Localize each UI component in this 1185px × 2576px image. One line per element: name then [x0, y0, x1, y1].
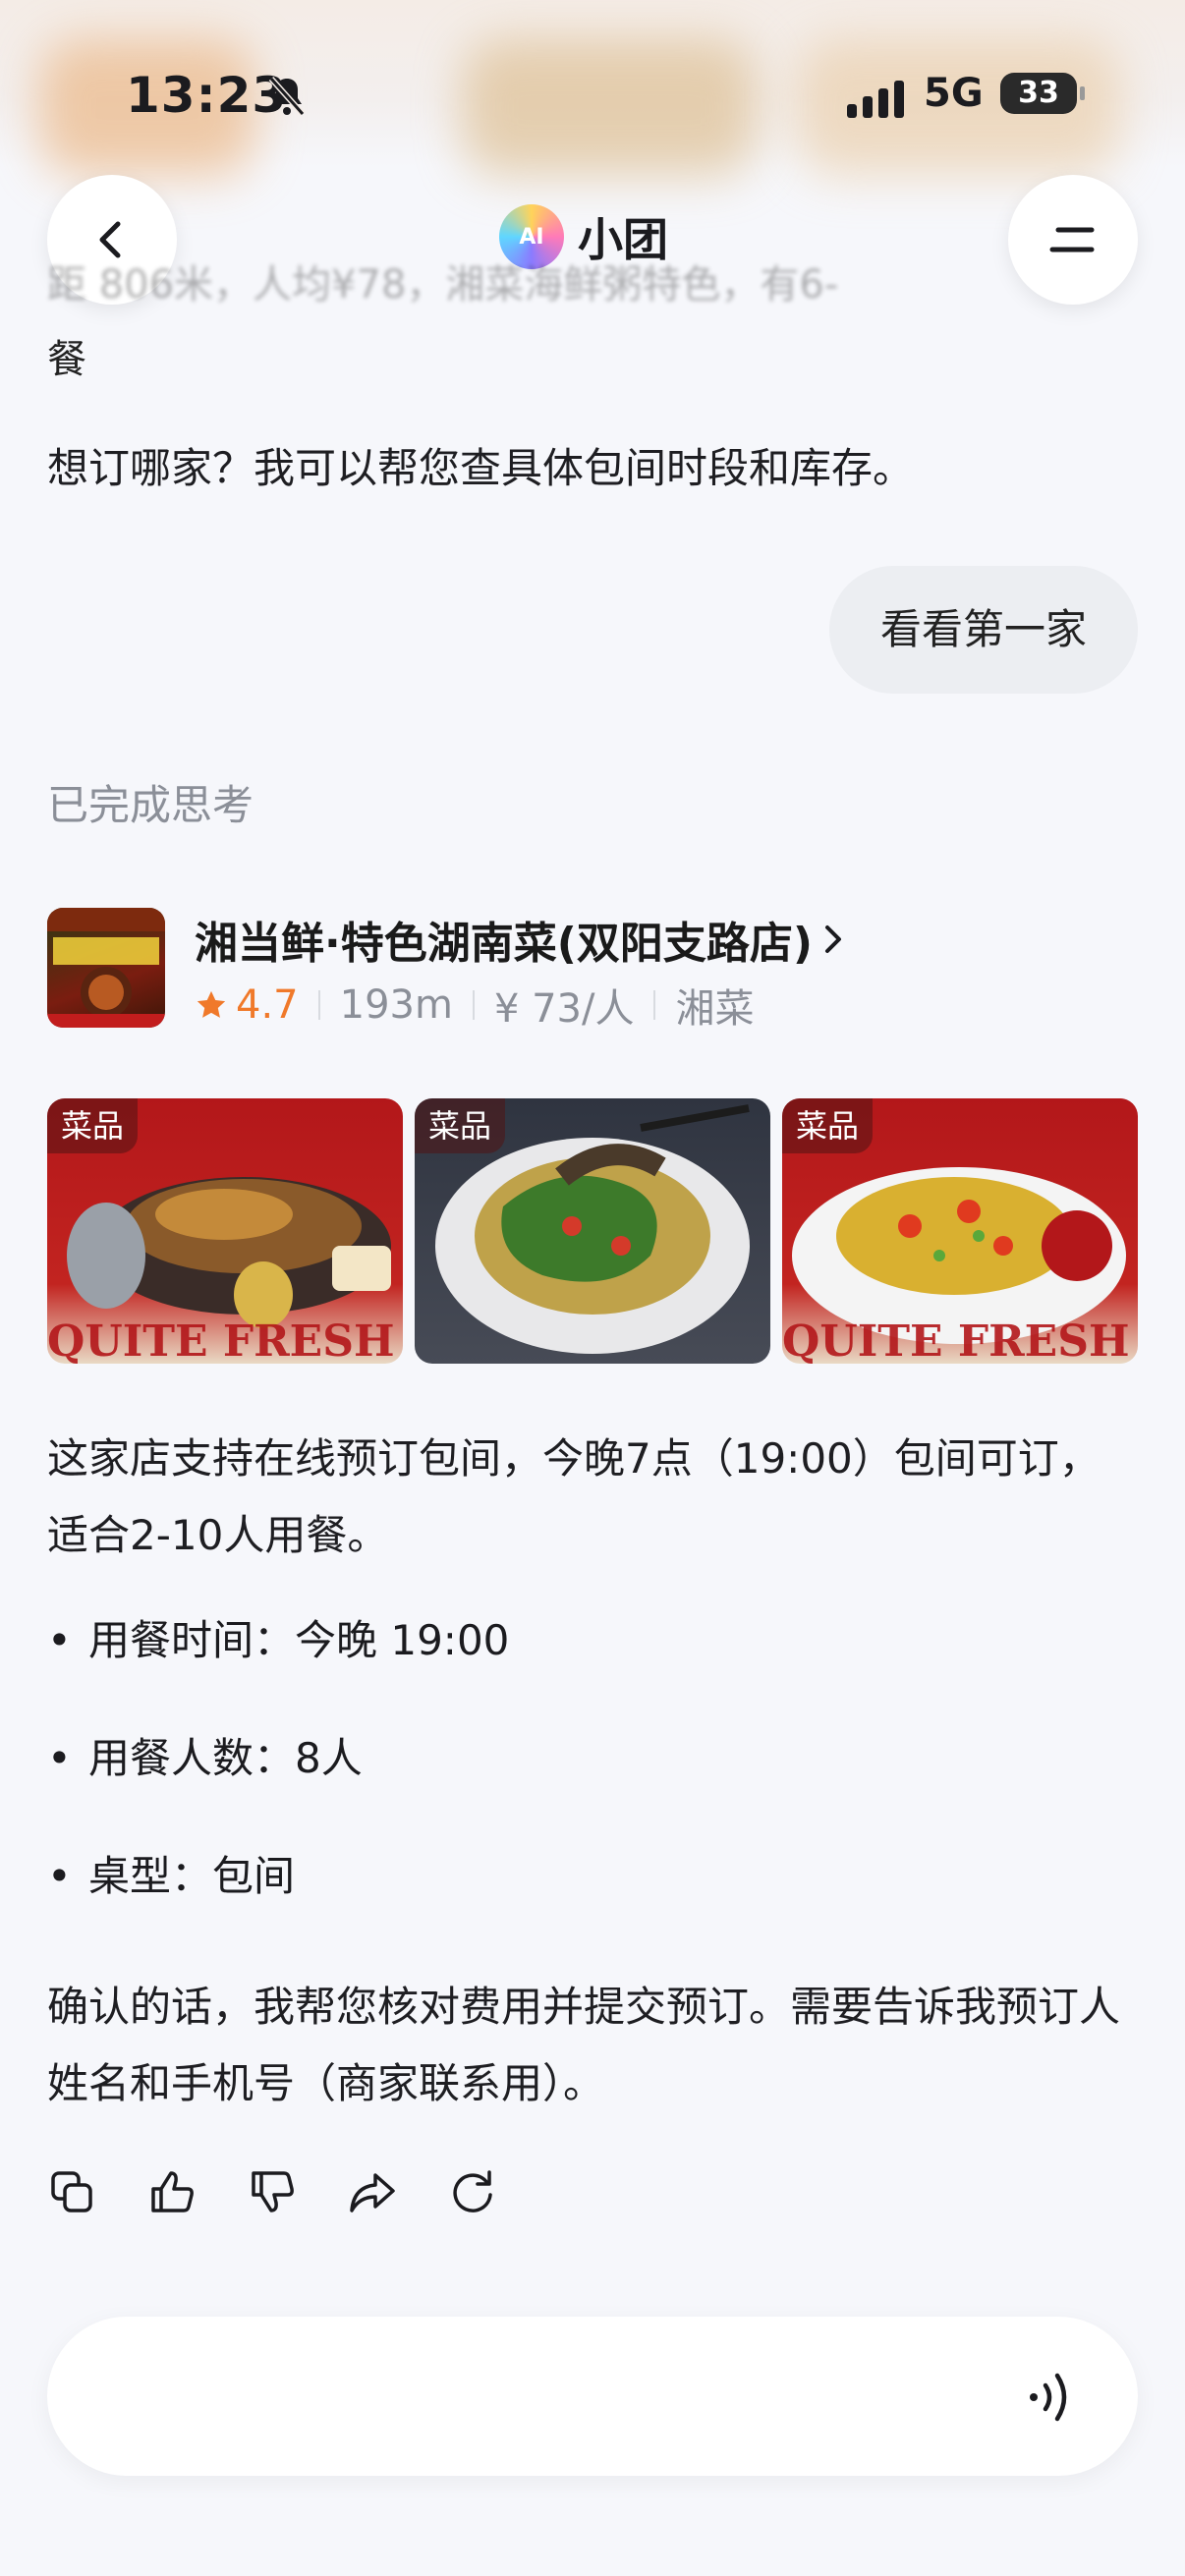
shop-rating-value: 4.7 [236, 982, 299, 1028]
message-input-bar[interactable] [47, 2317, 1138, 2476]
shop-price: ¥ 73/人 [493, 986, 635, 1032]
dish-card-3[interactable]: QUITE FRESH 菜品 [782, 1098, 1138, 1364]
shop-card[interactable]: 湘当鲜·特色湖南菜(双阳支路店) 4.7 193m ¥ 73/人 湘菜 [47, 908, 1138, 1032]
thumbs-up-icon[interactable] [147, 2167, 197, 2216]
list-item: • 桌型：包间 [47, 1847, 1138, 1965]
cut-line-2: 餐 [47, 337, 86, 382]
thinking-status[interactable]: 已完成思考 [47, 772, 254, 832]
share-icon[interactable] [348, 2167, 397, 2216]
thumbs-down-icon[interactable] [248, 2167, 297, 2216]
list-item: • 用餐人数：8人 [47, 1729, 1138, 1847]
divider [317, 990, 320, 1020]
network-type: 5G [924, 71, 984, 116]
shop-name: 湘当鲜·特色湖南菜(双阳支路店) [195, 919, 813, 969]
svg-text:QUITE FRESH: QUITE FRESH [47, 1316, 395, 1364]
list-item: • 用餐时间：今晚 19:00 [47, 1611, 1138, 1729]
voice-input-icon[interactable] [1022, 2366, 1085, 2429]
booking-party-size: 用餐人数：8人 [88, 1734, 363, 1782]
dish-tag: 菜品 [415, 1098, 506, 1153]
shop-category: 湘菜 [675, 986, 755, 1032]
shop-name-link[interactable]: 湘当鲜·特色湖南菜(双阳支路店) [195, 908, 844, 971]
shop-thumbnail-image[interactable] [47, 908, 165, 1028]
status-bar: 13:23 5G 33 [0, 0, 1185, 177]
cut-line-1: 距 806米，人均¥78，湘菜海鲜粥特色，有6- [47, 262, 839, 308]
chevron-right-icon [824, 925, 841, 953]
divider [653, 990, 656, 1020]
shop-rating: 4.7 [195, 982, 299, 1028]
blurred-food-background [462, 39, 757, 177]
divider [472, 990, 475, 1020]
dish-tag: 菜品 [47, 1098, 139, 1153]
dish-card-2[interactable]: 菜品 [415, 1098, 770, 1364]
bullet: • [47, 1734, 72, 1782]
copy-icon[interactable] [47, 2167, 96, 2216]
bullet: • [47, 1616, 72, 1664]
reply-paragraph-2: 确认的话，我帮您核对费用并提交预订。需要告诉我预订人姓名和手机号（商家联系用）。 [47, 1983, 1121, 2107]
reply-paragraph-1: 这家店支持在线预订包间，今晚7点（19:00）包间可订，适合2-10人用餐。 [47, 1434, 1100, 1559]
message-actions [47, 2167, 497, 2216]
signal-icon [847, 81, 904, 118]
dish-gallery: QUITE FRESH 菜品 菜品 QUITE FRESH 菜品 [47, 1098, 1138, 1364]
shop-distance: 193m [339, 982, 453, 1028]
svg-text:QUITE FRESH: QUITE FRESH [782, 1316, 1130, 1364]
booking-table-type: 桌型：包间 [88, 1852, 296, 1900]
battery-indicator: 33 [1000, 73, 1085, 114]
dish-tag: 菜品 [782, 1098, 874, 1153]
booking-details-list: • 用餐时间：今晚 19:00 • 用餐人数：8人 • 桌型：包间 [47, 1611, 1138, 1965]
bullet: • [47, 1852, 72, 1900]
assistant-question: 想订哪家？我可以帮您查具体包间时段和库存。 [47, 444, 915, 492]
user-message-bubble: 看看第一家 [828, 566, 1138, 694]
dish-card-1[interactable]: QUITE FRESH 菜品 [47, 1098, 403, 1364]
shop-meta: 4.7 193m ¥ 73/人 湘菜 [195, 977, 754, 1034]
status-time: 13:23 [126, 67, 288, 124]
previous-message-tail: 距 806米，人均¥78，湘菜海鲜粥特色，有6- 餐 [47, 248, 1138, 397]
star-icon [197, 990, 226, 1018]
shop-thumbnail-art [47, 908, 165, 1028]
booking-time: 用餐时间：今晚 19:00 [88, 1616, 510, 1664]
refresh-icon[interactable] [448, 2167, 497, 2216]
silent-bell-icon [268, 77, 306, 116]
